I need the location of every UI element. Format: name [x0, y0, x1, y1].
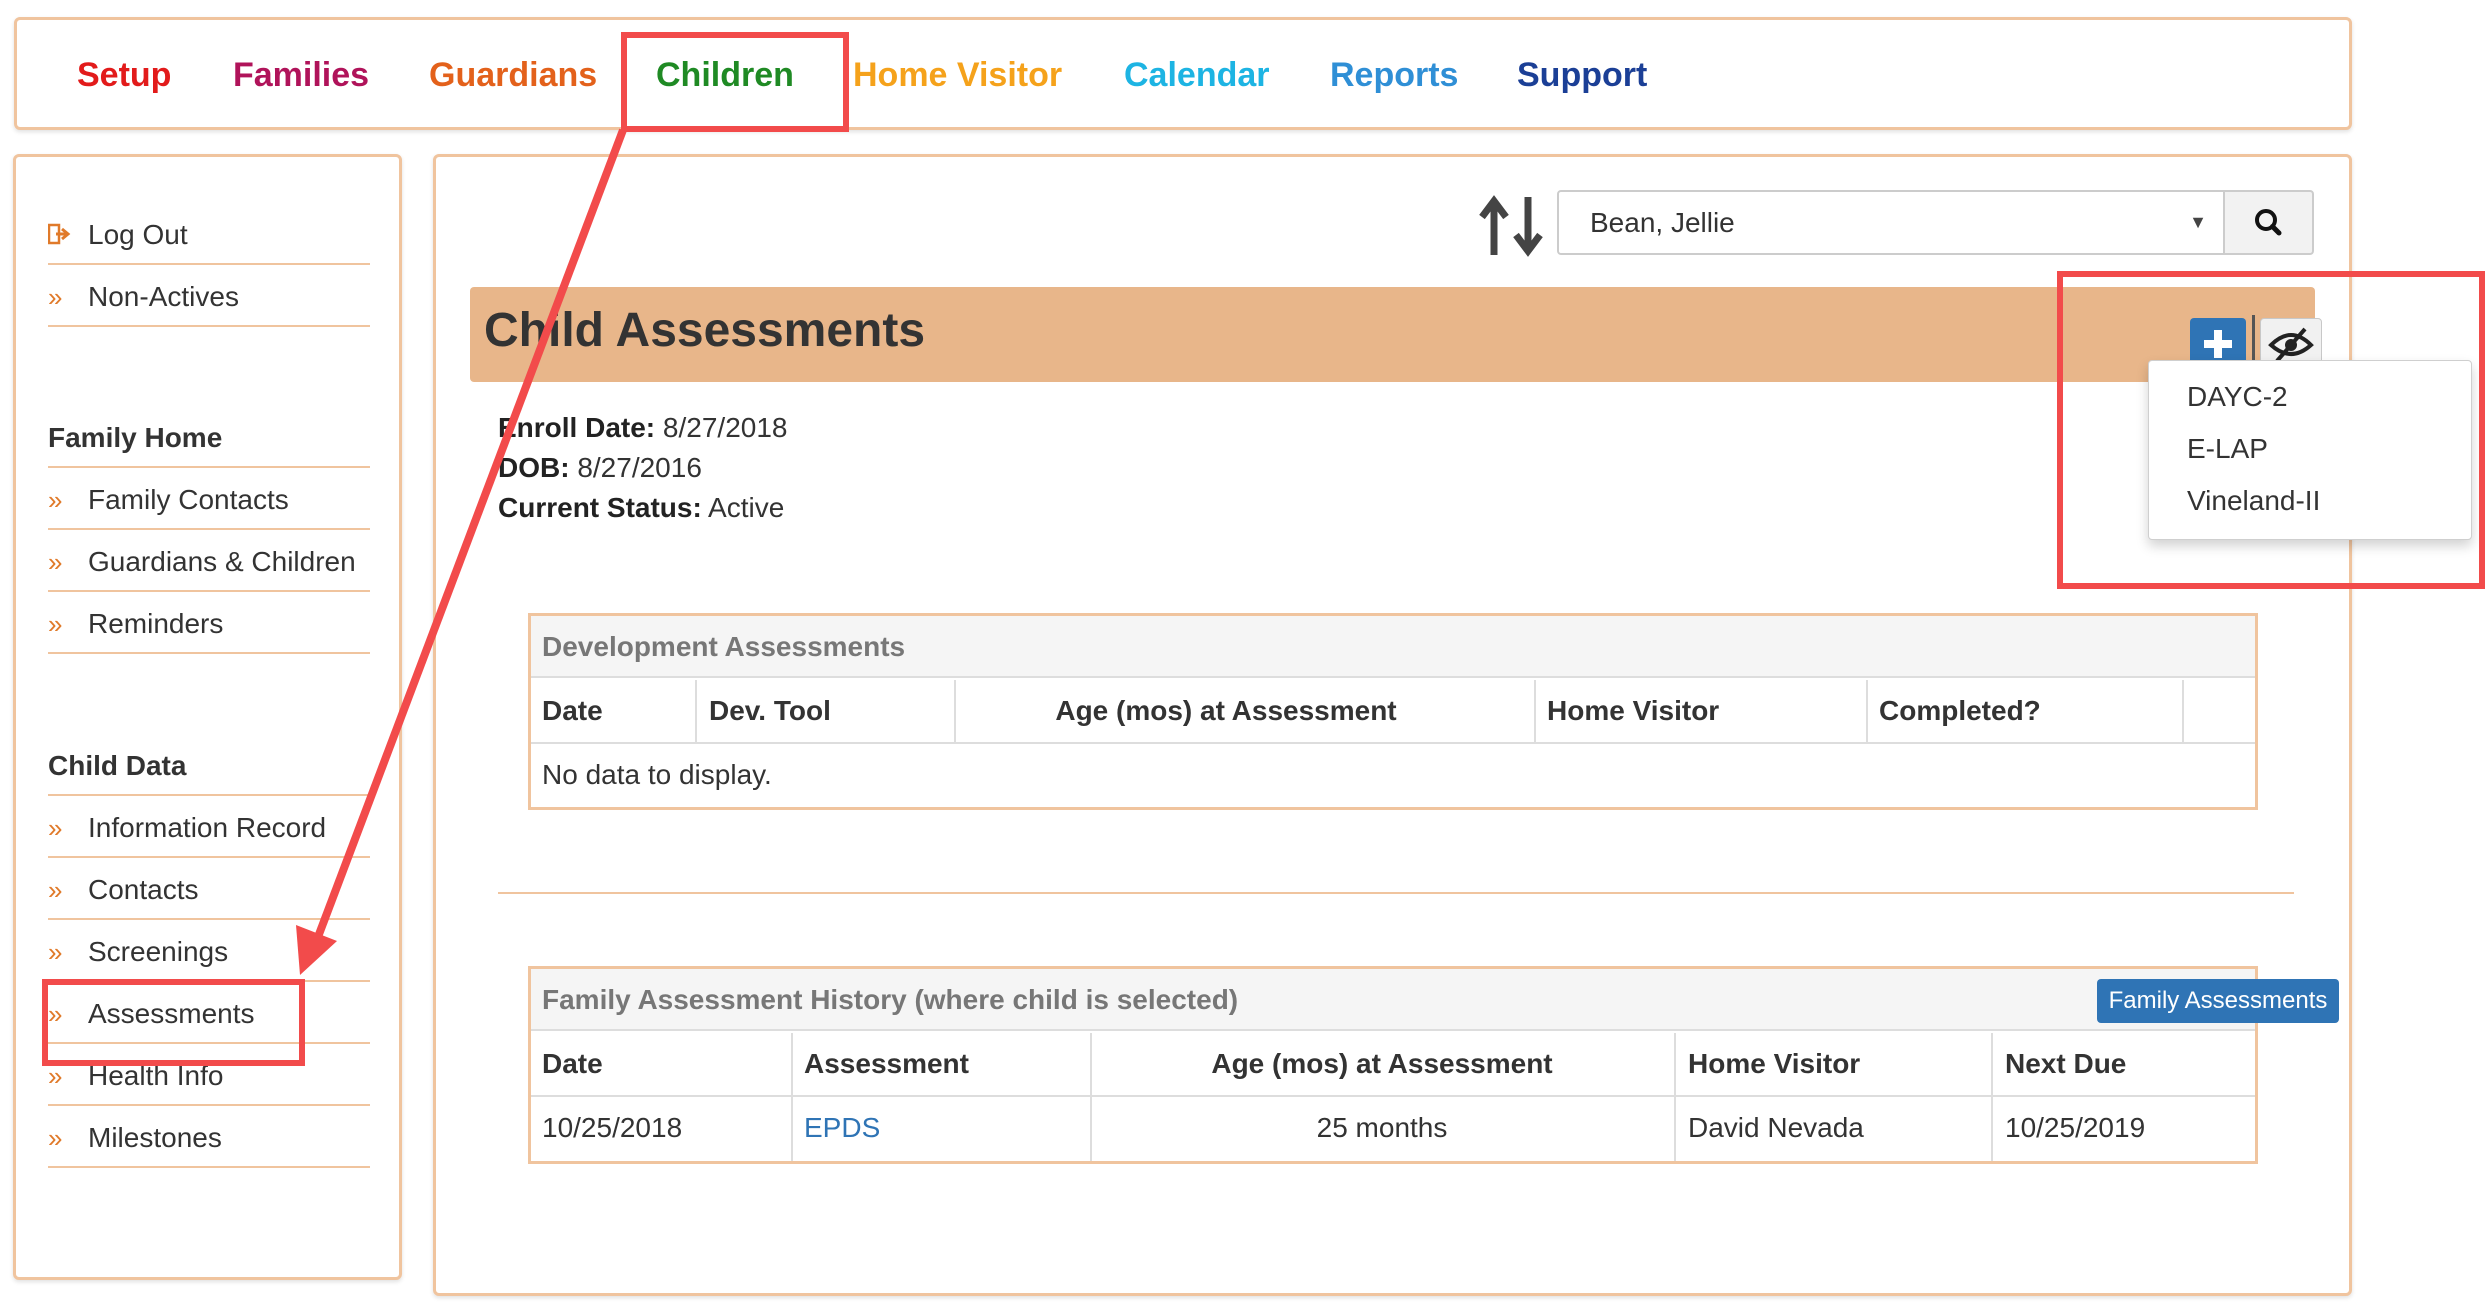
- nav-reports[interactable]: Reports: [1330, 56, 1458, 95]
- sidebar-heading-family-home: Family Home: [48, 416, 370, 468]
- nav-support[interactable]: Support: [1517, 56, 1647, 95]
- column-header-completed[interactable]: Completed?: [1879, 680, 2041, 742]
- sidebar-item-label: Non-Actives: [88, 281, 239, 312]
- sidebar-heading-child-data: Child Data: [48, 744, 370, 796]
- column-header-next-due[interactable]: Next Due: [2005, 1033, 2126, 1095]
- double-chevron-right-icon: »: [48, 875, 63, 905]
- sidebar-item-guardians-children[interactable]: » Guardians & Children: [48, 532, 370, 592]
- current-status-label: Current Status:: [498, 492, 702, 523]
- current-status: Current Status: Active: [498, 492, 784, 524]
- sort-arrows-icon[interactable]: [1476, 195, 1552, 257]
- section-divider: [498, 892, 2294, 894]
- annotation-box-children: [621, 32, 849, 132]
- sidebar-item-reminders[interactable]: » Reminders: [48, 594, 370, 654]
- family-assessment-history-table: Family Assessment History (where child i…: [528, 966, 2339, 1164]
- column-header-assessment[interactable]: Assessment: [804, 1033, 969, 1095]
- chevron-down-icon: ▼: [2189, 212, 2207, 232]
- double-chevron-right-icon: »: [48, 1123, 63, 1153]
- sidebar-item-label: Screenings: [88, 936, 229, 967]
- double-chevron-right-icon: »: [48, 813, 63, 843]
- column-divider: [695, 680, 697, 742]
- column-divider: [1534, 680, 1536, 742]
- enroll-date-label: Enroll Date:: [498, 412, 656, 443]
- cell-assessment-link[interactable]: EPDS: [804, 1097, 880, 1159]
- table-title-text: Family Assessment History (where child i…: [542, 984, 1239, 1015]
- sidebar-item-label: Contacts: [88, 874, 199, 905]
- sidebar-item-label: Reminders: [88, 608, 224, 639]
- table-title: Family Assessment History (where child i…: [531, 969, 2339, 1031]
- dob: DOB: 8/27/2016: [498, 452, 702, 484]
- sign-out-icon: [47, 205, 78, 266]
- column-header-dev-tool[interactable]: Dev. Tool: [709, 680, 831, 742]
- sidebar-item-family-contacts[interactable]: » Family Contacts: [48, 470, 370, 530]
- nav-home-visitor[interactable]: Home Visitor: [853, 56, 1062, 95]
- sidebar-item-label: Information Record: [88, 812, 327, 843]
- nav-guardians[interactable]: Guardians: [429, 56, 597, 95]
- sidebar-item-information-record[interactable]: » Information Record: [48, 798, 370, 858]
- column-divider: [1991, 1033, 1993, 1161]
- column-divider: [2182, 680, 2184, 742]
- column-header-home-visitor[interactable]: Home Visitor: [1688, 1033, 1860, 1095]
- cell-home-visitor: David Nevada: [1688, 1112, 1864, 1143]
- annotation-box-add-menu: [2057, 271, 2485, 589]
- enroll-date: Enroll Date: 8/27/2018: [498, 412, 788, 444]
- double-chevron-right-icon: »: [48, 937, 63, 967]
- child-select-value: Bean, Jellie: [1590, 207, 1735, 238]
- sidebar-item-log-out[interactable]: Log Out: [47, 205, 370, 266]
- column-header-age[interactable]: Age (mos) at Assessment: [954, 680, 1498, 742]
- page-title: Child Assessments: [484, 304, 926, 357]
- dob-value: 8/27/2016: [577, 452, 702, 483]
- top-navigation-bar: Setup Families Guardians Children Home V…: [14, 17, 2352, 130]
- page-header: Child Assessments: [470, 287, 2322, 382]
- enroll-date-value: 8/27/2018: [662, 412, 788, 443]
- cell-next-due: 10/25/2019: [2005, 1112, 2146, 1143]
- dob-label: DOB:: [498, 452, 570, 483]
- column-divider: [1674, 1033, 1676, 1161]
- double-chevron-right-icon: »: [48, 609, 63, 639]
- empty-table-message: No data to display.: [542, 759, 772, 790]
- sidebar-item-label: Family Contacts: [88, 484, 289, 515]
- sidebar-item-non-actives[interactable]: » Non-Actives: [48, 267, 370, 327]
- annotation-box-assessments: [42, 979, 305, 1066]
- sidebar-item-contacts[interactable]: » Contacts: [48, 860, 370, 920]
- nav-setup[interactable]: Setup: [77, 56, 171, 95]
- cell-date: 10/25/2018: [542, 1112, 683, 1143]
- double-chevron-right-icon: »: [48, 282, 63, 312]
- column-header-date[interactable]: Date: [542, 680, 603, 742]
- development-assessments-table: Development Assessments Date Dev. Tool A…: [528, 613, 2258, 810]
- column-header-date[interactable]: Date: [542, 1033, 603, 1095]
- family-assessments-button[interactable]: Family Assessments: [2097, 979, 2339, 1023]
- sidebar-item-label: Milestones: [88, 1122, 222, 1153]
- column-header-age[interactable]: Age (mos) at Assessment: [1090, 1033, 1674, 1095]
- child-select[interactable]: Bean, Jellie ▼: [1557, 190, 2225, 255]
- column-header-home-visitor[interactable]: Home Visitor: [1547, 680, 1719, 742]
- sidebar-item-label: Log Out: [88, 219, 188, 250]
- search-button[interactable]: [2223, 190, 2314, 255]
- double-chevron-right-icon: »: [48, 547, 63, 577]
- double-chevron-right-icon: »: [48, 485, 63, 515]
- sidebar: Log Out » Non-Actives Family Home » Fami…: [13, 154, 402, 1280]
- column-divider: [791, 1033, 793, 1161]
- cell-age: 25 months: [1316, 1112, 1448, 1143]
- current-status-value: Active: [708, 492, 785, 523]
- table-title: Development Assessments: [531, 616, 2255, 678]
- sidebar-item-milestones[interactable]: » Milestones: [48, 1108, 370, 1168]
- sidebar-item-screenings[interactable]: » Screenings: [48, 922, 370, 982]
- search-icon: [2255, 209, 2282, 236]
- nav-families[interactable]: Families: [233, 56, 369, 95]
- sidebar-item-label: Guardians & Children: [88, 546, 356, 577]
- column-divider: [1866, 680, 1868, 742]
- row-divider: [531, 742, 2255, 744]
- nav-calendar[interactable]: Calendar: [1124, 56, 1270, 95]
